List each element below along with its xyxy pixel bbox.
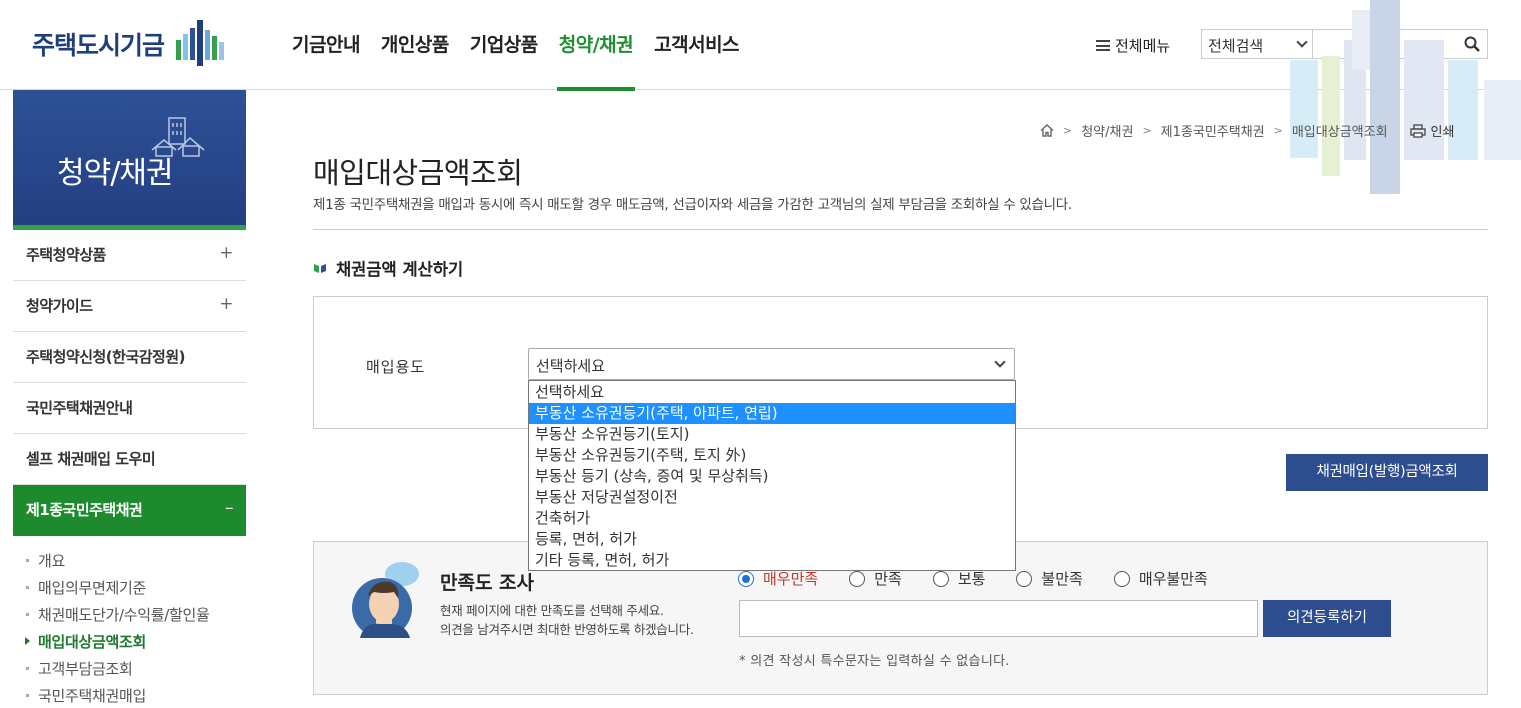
radio-label: 불만족 <box>1041 570 1083 588</box>
book-icon <box>314 264 326 273</box>
breadcrumb: > 청약/채권 > 제1종국민주택채권 > 매입대상금액조회 인쇄 <box>1040 121 1454 140</box>
section-title: 채권금액 계산하기 <box>313 256 463 280</box>
logo-text: 주택도시기금 <box>32 31 165 60</box>
survey-description: 현재 페이지에 대한 만족도를 선택해 주세요. 의견을 남겨주시면 최대한 반… <box>440 601 694 639</box>
collapse-icon: – <box>225 498 234 518</box>
purpose-label: 매입용도 <box>366 358 426 376</box>
sidebar-item-label: 주택청약신청(한국감정원) <box>26 348 186 366</box>
survey-desc-line: 의견을 남겨주시면 최대한 반영하도록 하겠습니다. <box>440 622 694 637</box>
breadcrumb-item[interactable]: 제1종국민주택채권 <box>1161 121 1265 140</box>
radio-label: 매우불만족 <box>1138 570 1208 588</box>
radio-button-icon <box>1016 570 1033 587</box>
sidebar-item-label: 국민주택채권안내 <box>26 399 133 417</box>
search-scope-value: 전체검색 <box>1208 37 1264 55</box>
chevron-right-icon: > <box>1142 124 1152 137</box>
all-menu-label: 전체메뉴 <box>1115 37 1171 55</box>
purpose-dropdown-list: 선택하세요 부동산 소유권등기(주택, 아파트, 연립) 부동산 소유권등기(토… <box>528 380 1016 571</box>
submenu-exemption-criteria[interactable]: 매입의무면제기준 <box>13 577 246 604</box>
divider <box>313 229 1488 230</box>
global-nav: 기금안내 개인상품 기업상품 청약/채권 고객서비스 <box>292 0 760 91</box>
sidebar-item-label: 주택청약상품 <box>26 246 106 264</box>
radio-dissatisfied[interactable]: 불만족 <box>1016 568 1083 589</box>
sidebar-title: 청약/채권 <box>57 156 174 191</box>
dropdown-option[interactable]: 건축허가 <box>529 508 1015 529</box>
radio-button-icon <box>849 570 866 587</box>
sidebar-item-label: 청약가이드 <box>26 297 93 315</box>
survey-person-icon <box>352 562 419 638</box>
dropdown-option[interactable]: 등록, 면허, 허가 <box>529 529 1015 550</box>
bond-amount-inquiry-button[interactable]: 채권매입(발행)금액조회 <box>1286 454 1488 491</box>
sidebar-item-self-bond-helper[interactable]: 셀프 채권매입 도우미 <box>13 434 246 485</box>
nav-customer-service[interactable]: 고객서비스 <box>654 0 739 90</box>
purpose-select-value: 선택하세요 <box>536 357 606 375</box>
dropdown-option[interactable]: 기타 등록, 면허, 허가 <box>529 550 1015 571</box>
radio-very-dissatisfied[interactable]: 매우불만족 <box>1113 568 1208 589</box>
sidebar-item-label: 제1종국민주택채권 <box>26 501 143 519</box>
dropdown-option-highlighted[interactable]: 부동산 소유권등기(주택, 아파트, 연립) <box>529 403 1015 424</box>
dropdown-option[interactable]: 선택하세요 <box>529 382 1015 403</box>
nav-fund-info[interactable]: 기금안내 <box>292 0 360 90</box>
page-description: 제1종 국민주택채권을 매입과 동시에 즉시 매도할 경우 매도금액, 선급이자… <box>313 197 1072 213</box>
site-logo[interactable]: 주택도시기금 <box>32 20 226 68</box>
printer-icon <box>1409 123 1426 138</box>
dropdown-option[interactable]: 부동산 등기 (상속, 증여 및 무상취득) <box>529 466 1015 487</box>
submit-opinion-button[interactable]: 의견등록하기 <box>1263 600 1391 637</box>
dropdown-option[interactable]: 부동산 소유권등기(주택, 토지 外) <box>529 445 1015 466</box>
section-title-text: 채권금액 계산하기 <box>336 260 464 279</box>
radio-label: 매우만족 <box>763 570 819 588</box>
chevron-down-icon <box>994 356 1006 368</box>
submenu-sale-price-yield[interactable]: 채권매도단가/수익률/할인율 <box>13 604 246 631</box>
nav-business-products[interactable]: 기업상품 <box>470 0 538 90</box>
sidebar-item-type1-bond[interactable]: 제1종국민주택채권 – <box>13 485 246 536</box>
submenu-customer-burden-inquiry[interactable]: 고객부담금조회 <box>13 658 246 685</box>
submenu-bond-purchase[interactable]: 국민주택채권매입 <box>13 685 246 708</box>
radio-satisfied[interactable]: 만족 <box>849 568 902 589</box>
nav-personal-products[interactable]: 개인상품 <box>381 0 449 90</box>
hamburger-icon <box>1096 40 1110 51</box>
sidebar-header: 청약/채권 <box>13 90 246 230</box>
page-title: 매입대상금액조회 <box>313 156 523 190</box>
dropdown-option[interactable]: 부동산 소유권등기(토지) <box>529 424 1015 445</box>
radio-very-satisfied[interactable]: 매우만족 <box>738 568 818 589</box>
radio-button-icon <box>932 570 949 587</box>
radio-label: 보통 <box>957 570 986 588</box>
sidebar-item-label: 셀프 채권매입 도우미 <box>26 450 156 468</box>
breadcrumb-item[interactable]: 청약/채권 <box>1081 121 1133 140</box>
decorative-bars <box>1290 0 1521 194</box>
opinion-input[interactable] <box>739 600 1258 637</box>
purpose-select[interactable]: 선택하세요 <box>528 348 1015 380</box>
print-button[interactable]: 인쇄 <box>1409 121 1455 140</box>
chevron-right-icon: > <box>1273 124 1283 137</box>
all-menu-button[interactable]: 전체메뉴 <box>1096 35 1170 56</box>
home-icon[interactable] <box>1040 124 1054 137</box>
print-label: 인쇄 <box>1430 125 1455 140</box>
chevron-right-icon: > <box>1063 124 1073 137</box>
sidebar-menu: 주택청약상품 + 청약가이드 + 주택청약신청(한국감정원) 국민주택채권안내 … <box>13 230 246 708</box>
radio-neutral[interactable]: 보통 <box>932 568 986 589</box>
expand-icon: + <box>219 294 233 314</box>
radio-button-icon <box>1113 570 1130 587</box>
expand-icon: + <box>219 243 233 263</box>
sidebar-item-bond-info[interactable]: 국민주택채권안내 <box>13 383 246 434</box>
nav-subscription-bonds[interactable]: 청약/채권 <box>556 0 636 91</box>
logo-mark-icon <box>176 20 225 66</box>
survey-desc-line: 현재 페이지에 대한 만족도를 선택해 주세요. <box>440 603 664 618</box>
sidebar-submenu: 개요 매입의무면제기준 채권매도단가/수익률/할인율 매입대상금액조회 고객부담… <box>13 536 246 708</box>
dropdown-option[interactable]: 부동산 저당권설정이전 <box>529 487 1015 508</box>
radio-button-icon <box>738 570 754 587</box>
radio-label: 만족 <box>874 570 902 588</box>
submenu-overview[interactable]: 개요 <box>13 550 246 577</box>
survey-title: 만족도 조사 <box>440 572 535 594</box>
sidebar-item-subscription-guide[interactable]: 청약가이드 + <box>13 281 246 332</box>
sidebar-item-subscription-apply[interactable]: 주택청약신청(한국감정원) <box>13 332 246 383</box>
submenu-purchase-amount-inquiry[interactable]: 매입대상금액조회 <box>13 631 246 658</box>
sidebar-item-subscription-products[interactable]: 주택청약상품 + <box>13 230 246 281</box>
breadcrumb-current: 매입대상금액조회 <box>1291 125 1388 140</box>
survey-note: * 의견 작성시 특수문자는 입력하실 수 없습니다. <box>739 654 1010 669</box>
satisfaction-radio-group: 매우만족 만족 보통 불만족 매우불만족 <box>738 568 1239 589</box>
